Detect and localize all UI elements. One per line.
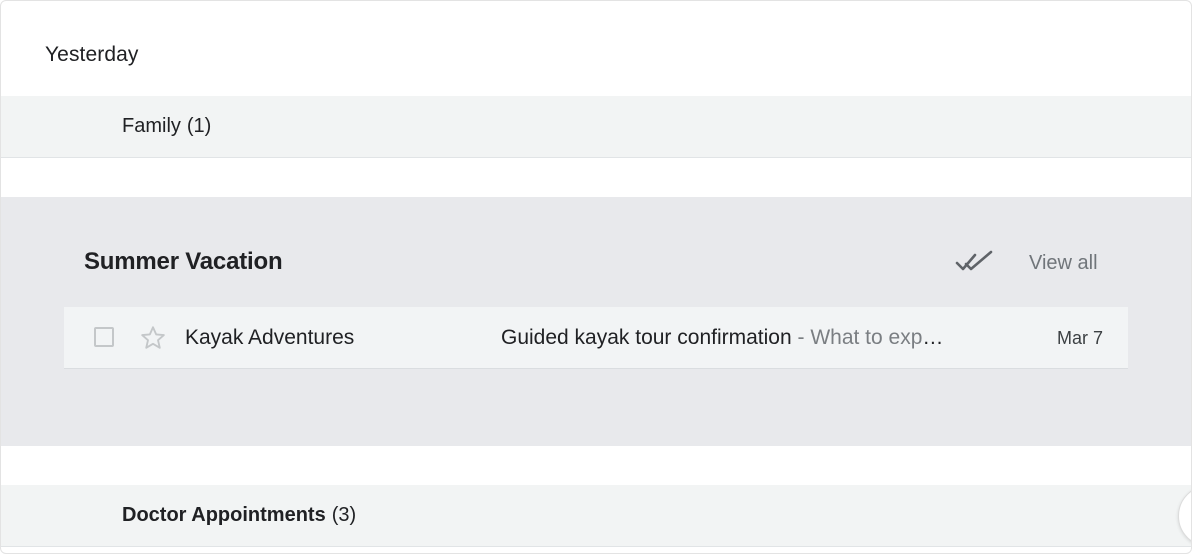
section-header-yesterday: Yesterday xyxy=(45,43,139,66)
bundle-name: Doctor Appointments xyxy=(122,504,326,526)
star-icon[interactable] xyxy=(139,324,167,352)
email-subject: Guided kayak tour confirmation xyxy=(501,326,792,349)
email-row[interactable]: Kayak Adventures Guided kayak tour confi… xyxy=(64,307,1128,369)
email-subject-line: Guided kayak tour confirmation - What to… xyxy=(501,326,951,350)
email-date: Mar 7 xyxy=(1056,328,1103,348)
bundle-family[interactable]: Family (1) xyxy=(1,96,1191,158)
email-sender: Kayak Adventures xyxy=(185,326,355,349)
double-check-icon[interactable] xyxy=(955,249,995,277)
select-checkbox[interactable] xyxy=(94,327,114,347)
inbox-panel: Yesterday Family (1) Summer Vacation Vie… xyxy=(0,0,1192,554)
bundle-count: (1) xyxy=(186,115,212,137)
view-all-link[interactable]: View all xyxy=(1029,252,1098,275)
bundle-title: Summer Vacation xyxy=(84,248,283,275)
email-snippet: - What to expect on your tour xyxy=(797,326,951,349)
bundle-name: Family xyxy=(122,115,181,137)
expanded-bundle-summer-vacation: Summer Vacation View all Kayak Adventure… xyxy=(1,197,1191,446)
bundle-doctor-appointments[interactable]: Doctor Appointments (3) xyxy=(1,485,1191,547)
bundle-count: (3) xyxy=(331,504,357,526)
